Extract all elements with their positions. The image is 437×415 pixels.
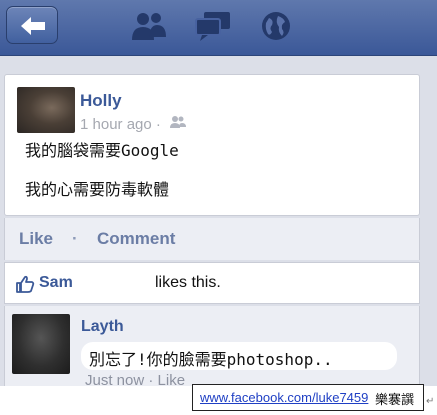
comment-button[interactable]: Comment bbox=[97, 229, 175, 249]
post-author-name[interactable]: Holly bbox=[80, 91, 122, 111]
back-button[interactable] bbox=[6, 6, 58, 44]
post-actions-bar: Like · Comment bbox=[4, 218, 420, 260]
messages-icon[interactable] bbox=[194, 10, 232, 42]
commenter-name[interactable]: Layth bbox=[81, 318, 124, 336]
status-post: Holly 1 hour ago · 我的腦袋需要Google 我的心需要防毒軟… bbox=[4, 74, 420, 216]
post-text-line: 我的心需要防毒軟體 bbox=[25, 180, 170, 199]
facebook-url-link[interactable]: www.facebook.com/luke7459 bbox=[200, 390, 368, 405]
post-text-line: 我的腦袋需要Google bbox=[25, 141, 179, 160]
action-separator: · bbox=[72, 229, 78, 248]
liker-name[interactable]: Sam bbox=[39, 274, 73, 292]
url-watermark: www.facebook.com/luke7459 樂褰譔 bbox=[192, 384, 424, 411]
back-arrow-icon bbox=[21, 17, 45, 35]
likes-text: likes this. bbox=[155, 274, 221, 291]
comment: Layth 別忘了!你的臉需要photoshop.. Just now · Li… bbox=[4, 306, 420, 389]
author-avatar[interactable] bbox=[17, 87, 75, 133]
friends-audience-icon bbox=[170, 116, 186, 128]
post-timestamp[interactable]: 1 hour ago · bbox=[80, 116, 161, 133]
comment-text: 別忘了!你的臉需要photoshop.. bbox=[89, 350, 333, 369]
likes-summary: Sam likes this. bbox=[4, 262, 420, 304]
friend-requests-icon[interactable] bbox=[130, 10, 168, 42]
thumbs-up-icon bbox=[16, 275, 35, 293]
like-button[interactable]: Like bbox=[19, 229, 53, 249]
top-navigation-bar bbox=[0, 0, 437, 56]
notifications-globe-icon[interactable] bbox=[260, 10, 292, 42]
commenter-avatar[interactable] bbox=[12, 314, 70, 374]
paragraph-return-icon: ↵ bbox=[426, 396, 435, 407]
watermark-tag: 樂褰譔 bbox=[375, 392, 415, 407]
